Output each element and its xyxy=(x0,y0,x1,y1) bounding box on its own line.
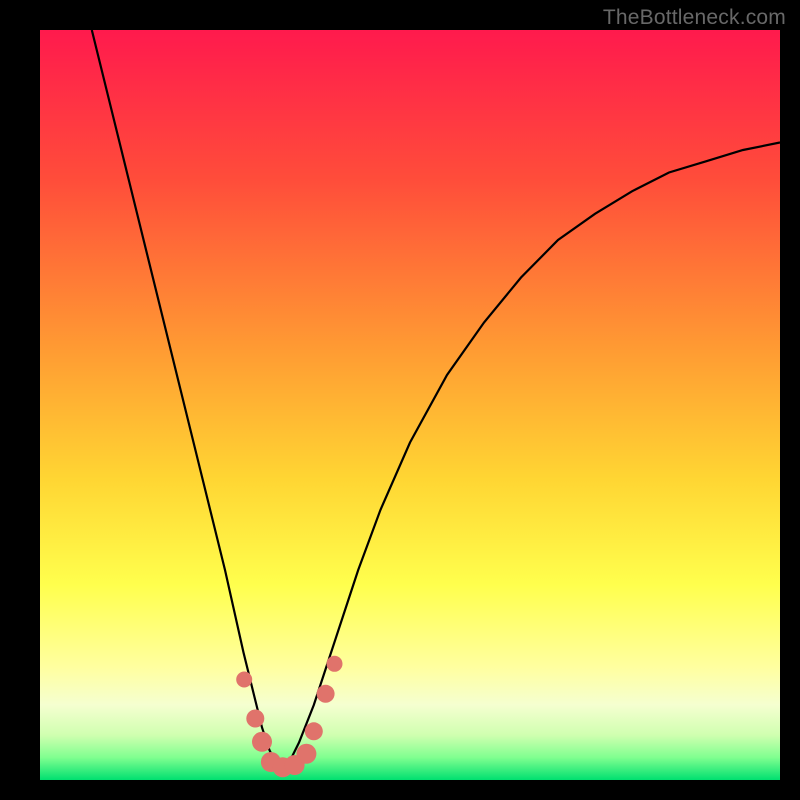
background-gradient xyxy=(40,30,780,780)
marker-dot xyxy=(317,685,335,703)
plot-area xyxy=(40,30,780,780)
marker-dot xyxy=(296,744,316,764)
watermark-text: TheBottleneck.com xyxy=(603,6,786,30)
marker-dot xyxy=(305,722,323,740)
marker-dot xyxy=(252,732,272,752)
marker-dot xyxy=(236,672,252,688)
marker-dot xyxy=(327,656,343,672)
marker-dot xyxy=(246,710,264,728)
chart-svg xyxy=(40,30,780,780)
